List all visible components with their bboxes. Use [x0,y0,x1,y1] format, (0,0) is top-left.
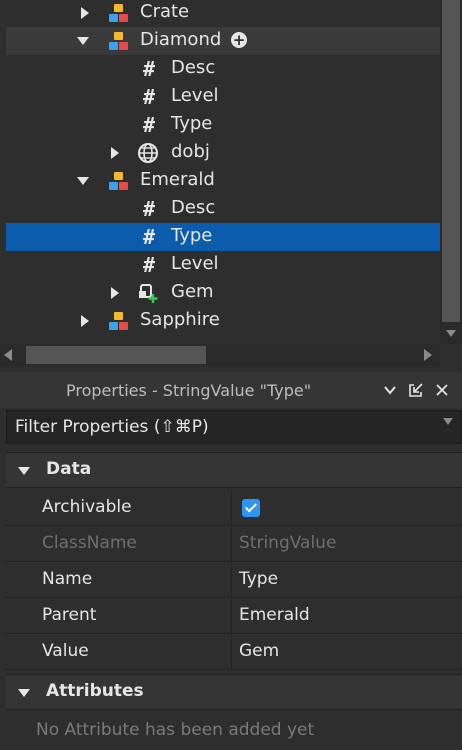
property-name: Value [42,641,89,661]
collapse-arrow-icon[interactable] [76,34,90,48]
tree-item-label: Sapphire [140,309,220,330]
horizontal-scrollbar[interactable] [0,344,440,366]
property-classname: ClassName StringValue [6,526,462,562]
value-field[interactable]: Gem [239,641,279,661]
chevron-down-icon[interactable] [381,381,399,399]
no-attributes-message: No Attribute has been added yet [36,720,315,740]
section-title: Data [46,459,92,479]
property-archivable: Archivable [6,490,462,526]
tree-item-label: Desc [171,57,216,78]
scrollbar-thumb[interactable] [442,0,460,322]
property-name-row: Name Type [6,562,462,598]
hash-icon: # [142,253,156,277]
hash-icon: # [142,57,156,81]
tree-item-sapphire[interactable]: Sapphire [6,307,440,335]
model-icon [108,30,130,52]
property-parent: Parent Emerald [6,598,462,634]
filter-placeholder: Filter Properties (⇧⌘P) [15,417,209,437]
tree-item-gem[interactable]: Gem [6,279,440,307]
scroll-left-icon[interactable] [4,349,12,361]
tree-item-level[interactable]: # Level [6,251,440,279]
property-value: Value Gem [6,634,462,670]
property-value: StringValue [239,533,337,553]
parent-value-field[interactable]: Emerald [239,605,310,625]
property-name: ClassName [42,533,137,553]
hash-icon: # [142,85,156,109]
section-data[interactable]: Data [6,452,462,488]
collapse-arrow-icon[interactable] [18,689,30,697]
part-plus-icon [137,282,159,304]
properties-panel: Properties - StringValue "Type" Filter P… [0,372,462,750]
section-title: Attributes [46,681,144,701]
undock-icon[interactable] [407,381,425,399]
scroll-right-icon[interactable] [424,349,432,361]
tree-item-label: Desc [171,197,216,218]
tree-item-type-selected[interactable]: # Type [6,223,440,251]
expand-arrow-icon[interactable] [78,6,92,20]
tree-item-desc[interactable]: # Desc [6,195,440,223]
model-icon [108,170,130,192]
model-icon [108,310,130,332]
collapse-arrow-icon[interactable] [76,174,90,188]
tree-item-diamond[interactable]: Diamond + [6,27,440,55]
tree-item-label: dobj [171,141,210,162]
expand-arrow-icon[interactable] [78,314,92,328]
model-icon [108,2,130,24]
filter-properties-input[interactable]: Filter Properties (⇧⌘P) [6,410,462,446]
tree-item-label: Type [171,225,213,246]
add-object-icon[interactable]: + [231,32,247,48]
explorer-panel: Crate Diamond + # Desc # Level # Type do… [0,0,462,366]
scroll-down-icon[interactable] [440,322,462,344]
hash-icon: # [142,197,156,221]
vertical-scrollbar[interactable] [440,0,462,344]
tree-item-crate[interactable]: Crate [6,0,440,27]
tree-item-type[interactable]: # Type [6,111,440,139]
name-value-field[interactable]: Type [239,569,278,589]
property-name: Name [42,569,93,589]
tree-item-label: Gem [171,281,214,302]
hash-icon: # [142,113,156,137]
property-name: Parent [42,605,97,625]
tree-item-level[interactable]: # Level [6,83,440,111]
property-name: Archivable [42,497,132,517]
tree-item-dobj[interactable]: dobj [6,139,440,167]
tree-item-label: Level [171,253,219,274]
properties-header: Properties - StringValue "Type" [0,372,462,408]
archivable-checkbox[interactable] [242,499,260,517]
panel-title: Properties - StringValue "Type" [66,381,312,400]
tree-item-label: Level [171,85,219,106]
dropdown-arrow-icon[interactable] [443,418,453,446]
tree-item-label: Emerald [140,169,215,190]
tree-item-label: Type [171,113,213,134]
hash-icon: # [142,225,156,249]
expand-arrow-icon[interactable] [108,286,122,300]
scrollbar-thumb[interactable] [26,346,206,364]
tree-item-label: Crate [140,1,190,22]
tree-item-desc[interactable]: # Desc [6,55,440,83]
section-attributes[interactable]: Attributes [6,674,462,710]
tree-item-emerald[interactable]: Emerald [6,167,440,195]
close-icon[interactable] [433,381,451,399]
globe-icon [137,142,159,164]
scrollbar-corner [440,344,462,366]
collapse-arrow-icon[interactable] [18,467,30,475]
expand-arrow-icon[interactable] [108,146,122,160]
tree-item-label: Diamond [140,29,222,50]
